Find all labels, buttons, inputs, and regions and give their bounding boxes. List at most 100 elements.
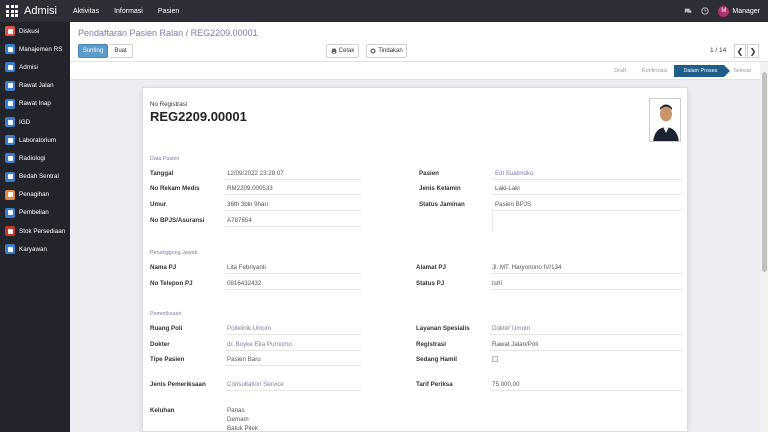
sidebar-item-laboratorium[interactable]: Laboratorium <box>0 131 70 149</box>
sidebar-item-stok-persediaan[interactable]: Stok Persediaan <box>0 222 70 240</box>
divider <box>492 210 682 211</box>
gear-icon <box>370 48 376 54</box>
sidebar-item-manajemen-rs[interactable]: Manajemen RS <box>0 40 70 58</box>
section-penanggung-jawab: Penanggung Jawab <box>150 250 198 256</box>
nama-pj-field[interactable]: Lita Febriyanti <box>227 264 266 271</box>
sidebar-item-label: Rawat Jalan <box>19 82 54 90</box>
surgery-icon <box>5 171 15 182</box>
umur-field[interactable]: 36th 3bln 9hari <box>227 201 268 208</box>
sidebar-item-admisi[interactable]: Admisi <box>0 58 70 76</box>
user-menu[interactable]: M Manager <box>718 5 760 17</box>
pager-previous-button[interactable]: ❮ <box>734 44 746 58</box>
menu-pasien[interactable]: Pasien <box>158 8 179 15</box>
admission-icon <box>5 62 15 73</box>
divider <box>225 289 361 290</box>
sidebar-item-label: Manajemen RS <box>19 45 63 53</box>
stage-konfirmasi[interactable]: Konfirmasi <box>633 65 674 77</box>
keluhan-label: Keluhan <box>150 407 175 414</box>
pager-value[interactable]: 1 / 14 <box>710 47 726 54</box>
tarif-periksa-field[interactable]: 75.000,00 <box>492 381 520 388</box>
alamat-pj-field[interactable]: Jl. MT. Haryonono IV/134 <box>492 264 561 271</box>
sidebar-item-label: Karyawan <box>19 245 48 253</box>
divider <box>225 210 361 211</box>
print-button[interactable]: Cetak <box>326 44 359 58</box>
keluhan-line[interactable]: Panas <box>227 407 245 414</box>
sidebar-item-igd[interactable]: IGD <box>0 113 70 131</box>
menu-aktivitas[interactable]: Aktivitas <box>73 8 99 15</box>
divider <box>490 289 682 290</box>
edit-button[interactable]: Sunting <box>78 44 108 58</box>
employee-icon <box>5 244 15 255</box>
hospital-icon <box>5 44 15 55</box>
ruang-poli-label: Ruang Poli <box>150 325 183 332</box>
breadcrumb[interactable]: Pendaftaran Pasien Ralan / REG2209.00001 <box>78 28 258 38</box>
keluhan-line[interactable]: Demam <box>227 416 249 423</box>
sidebar-item-label: Bedah Sentral <box>19 173 59 181</box>
billing-icon <box>5 189 15 200</box>
sidebar-item-label: Diskusi <box>19 27 40 35</box>
status-jaminan-field[interactable]: Pasien BPJS <box>495 201 531 208</box>
print-label: Cetak <box>338 48 355 54</box>
jenis-kelamin-field[interactable]: Laki-Laki <box>495 185 520 192</box>
registrasi-field[interactable]: Rawat Jalan/Poli <box>492 341 538 348</box>
stage-dalam-proses[interactable]: Dalam Proses <box>674 65 731 77</box>
pager-next-button[interactable]: ❯ <box>747 44 759 58</box>
sedang-hamil-checkbox[interactable] <box>492 356 498 362</box>
bpjs-field[interactable]: A787654 <box>227 217 252 224</box>
sidebar-item-label: Penagihan <box>19 191 50 199</box>
sidebar-item-penagihan[interactable]: Penagihan <box>0 186 70 204</box>
stage-selesai[interactable]: Selesai <box>724 65 758 77</box>
jenis-pemeriksaan-field[interactable]: Consultation Service <box>227 381 284 388</box>
stage-draft[interactable]: Draft <box>605 65 633 77</box>
create-button[interactable]: Buat <box>109 44 133 58</box>
section-pemeriksaan: Pemeriksaan <box>150 311 182 317</box>
rekam-medis-field[interactable]: RM2209.000533 <box>227 185 273 192</box>
dokter-field[interactable]: dr. Boyke Eka Purnomo <box>227 341 292 348</box>
sidebar-item-label: Rawat Inap <box>19 100 51 108</box>
patient-photo-image <box>650 99 680 141</box>
scrollbar[interactable] <box>760 62 768 432</box>
sidebar-item-label: Stok Persediaan <box>19 227 66 235</box>
chevron-right-icon: ❯ <box>749 46 757 56</box>
sidebar-item-rawat-jalan[interactable]: Rawat Jalan <box>0 77 70 95</box>
sidebar-item-label: Radiologi <box>19 154 46 162</box>
chat-icon <box>5 26 15 37</box>
sidebar: Diskusi Manajemen RS Admisi Rawat Jalan Rawa… <box>0 22 70 432</box>
layanan-spesialis-field[interactable]: Dokter Umum <box>492 325 530 332</box>
sidebar-item-diskusi[interactable]: Diskusi <box>0 22 70 40</box>
ruang-poli-field[interactable]: Poliklinik Umum <box>227 325 271 332</box>
tanggal-label: Tanggal <box>150 170 174 177</box>
divider <box>225 365 361 366</box>
action-label: Tindakan <box>378 48 403 54</box>
status-pj-label: Status PJ <box>416 280 445 287</box>
chat-icon[interactable] <box>684 7 692 15</box>
tipe-pasien-field[interactable]: Pasien Baru <box>227 356 261 363</box>
telepon-pj-field[interactable]: 0816432432 <box>227 280 261 287</box>
apps-grid-icon[interactable] <box>5 4 19 18</box>
emergency-icon <box>5 117 15 128</box>
jenis-pemeriksaan-label: Jenis Pemeriksaan <box>150 381 206 388</box>
clock-icon[interactable] <box>701 7 710 15</box>
sidebar-item-pembelian[interactable]: Pembelian <box>0 204 70 222</box>
sidebar-item-label: Pembelian <box>19 209 49 217</box>
sidebar-item-bedah-sentral[interactable]: Bedah Sentral <box>0 168 70 186</box>
status-pj-field[interactable]: Istri <box>492 280 502 287</box>
sidebar-item-radiologi[interactable]: Radiologi <box>0 149 70 167</box>
topbar-right: M Manager <box>684 5 760 17</box>
sidebar-item-karyawan[interactable]: Karyawan <box>0 240 70 258</box>
status-stages: Draft Konfirmasi Dalam Proses Selesai <box>605 65 758 77</box>
action-button[interactable]: Tindakan <box>366 44 407 58</box>
sidebar-item-rawat-inap[interactable]: Rawat Inap <box>0 95 70 113</box>
scrollbar-thumb[interactable] <box>761 72 767 272</box>
pasien-field[interactable]: Edi Suatmoko <box>495 170 534 177</box>
sedang-hamil-label: Sedang Hamil <box>416 356 457 363</box>
tanggal-field[interactable]: 12/09/2022 23:28:07 <box>227 170 284 177</box>
top-navbar: Admisi Aktivitas Informasi Pasien M Mana… <box>0 0 768 22</box>
menu-informasi[interactable]: Informasi <box>114 8 143 15</box>
sidebar-item-label: IGD <box>19 118 31 126</box>
status-bar: Draft Konfirmasi Dalam Proses Selesai <box>70 62 760 80</box>
nama-pj-label: Nama PJ <box>150 264 177 271</box>
keluhan-line[interactable]: Batuk Pilek <box>227 425 258 432</box>
inpatient-icon <box>5 98 15 109</box>
layanan-spesialis-label: Layanan Spesialis <box>416 325 470 332</box>
